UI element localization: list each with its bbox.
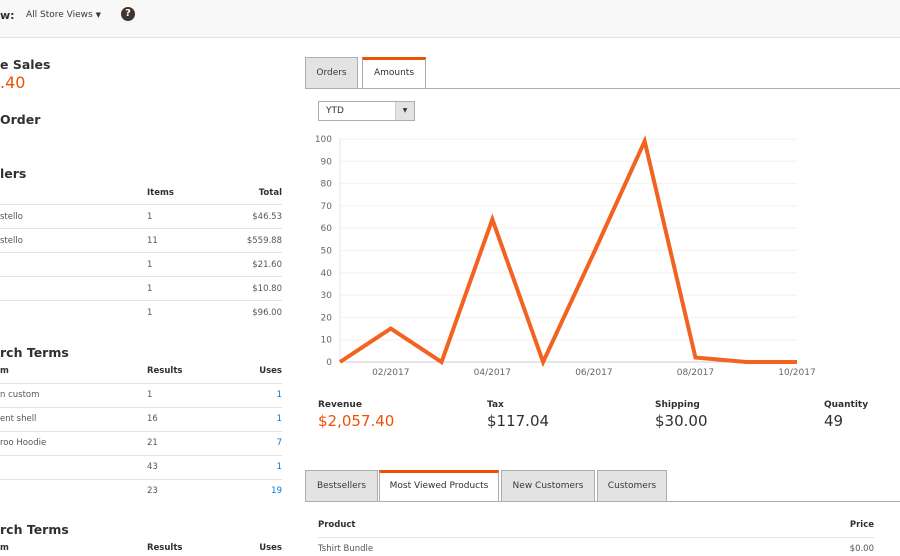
y-tick-label: 20: [321, 313, 333, 323]
tab-customers[interactable]: Customers: [597, 470, 667, 502]
tab-amounts[interactable]: Amounts: [362, 57, 426, 89]
y-tick-label: 60: [321, 224, 333, 234]
order-customer[interactable]: stello: [0, 212, 23, 222]
row-divider: [0, 479, 282, 480]
order-total: $10.80: [252, 284, 282, 294]
x-tick-label: 08/2017: [677, 368, 714, 378]
y-tick-label: 80: [321, 180, 333, 190]
row-divider: [318, 537, 874, 538]
period-select[interactable]: YTD ▼: [318, 101, 415, 121]
order-total: $559.88: [246, 236, 282, 246]
tab-divider: [305, 88, 900, 89]
tab-bestsellers[interactable]: Bestsellers: [305, 470, 378, 502]
product-price: $0.00: [849, 544, 874, 554]
column-header: m: [0, 543, 9, 553]
order-customer[interactable]: stello: [0, 236, 23, 246]
search-results: 1: [147, 390, 153, 400]
order-items: 1: [147, 212, 153, 222]
total-value: $117.04: [487, 412, 550, 430]
order-items: 11: [147, 236, 158, 246]
x-tick-label: 04/2017: [474, 368, 511, 378]
x-tick-label: 02/2017: [372, 368, 409, 378]
row-divider: [0, 276, 282, 277]
row-divider: [0, 455, 282, 456]
search-uses[interactable]: 1: [277, 414, 282, 424]
row-divider: [0, 204, 282, 205]
total-label: Revenue: [318, 400, 362, 410]
total-label: Shipping: [655, 400, 700, 410]
row-divider: [0, 407, 282, 408]
column-header-price: Price: [849, 520, 874, 530]
store-view-value: All Store Views: [26, 10, 93, 20]
column-header-total: Total: [258, 188, 282, 198]
order-items: 1: [147, 308, 153, 318]
row-divider: [0, 228, 282, 229]
question-circle-icon[interactable]: ?: [121, 7, 135, 21]
total-value: 49: [824, 412, 844, 430]
total-value: $2,057.40: [318, 412, 395, 430]
search-term[interactable]: n custom: [0, 390, 39, 400]
top-search-terms-title: rch Terms: [0, 522, 69, 537]
search-uses[interactable]: 19: [271, 486, 282, 496]
page-header: w: All Store Views ▼ ?: [0, 0, 900, 38]
column-header-product: Product: [318, 520, 356, 530]
order-items: 1: [147, 284, 153, 294]
tab-divider: [305, 501, 900, 502]
lifetime-sales-value: .40: [0, 73, 26, 92]
store-view-switcher[interactable]: All Store Views ▼: [26, 10, 101, 20]
last-orders-title: lers: [0, 166, 27, 181]
row-divider: [0, 383, 282, 384]
row-divider: [0, 252, 282, 253]
column-header-uses: Uses: [259, 366, 282, 376]
search-uses[interactable]: 7: [277, 438, 282, 448]
tab-new-customers[interactable]: New Customers: [501, 470, 595, 502]
y-tick-label: 50: [321, 247, 333, 257]
search-term[interactable]: ent shell: [0, 414, 36, 424]
column-header-items: Items: [147, 188, 174, 198]
total-label: Quantity: [824, 400, 869, 410]
search-uses[interactable]: 1: [277, 462, 282, 472]
order-total: $46.53: [252, 212, 282, 222]
amounts-chart: 0 10 20 30 40 50 60 70 80 90 100 02/2017 04/2017 06/2…: [315, 135, 816, 378]
average-order-title: Order: [0, 112, 41, 127]
x-tick-label: 06/2017: [575, 368, 612, 378]
order-total: $21.60: [252, 260, 282, 270]
search-uses[interactable]: 1: [277, 390, 282, 400]
column-header: Uses: [259, 543, 282, 553]
caret-down-icon: ▼: [395, 102, 414, 120]
search-results: 16: [147, 414, 158, 424]
search-results: 43: [147, 462, 158, 472]
y-tick-label: 40: [321, 269, 333, 279]
row-divider: [0, 431, 282, 432]
y-tick-label: 30: [321, 291, 333, 301]
caret-down-icon: ▼: [95, 11, 101, 19]
search-term[interactable]: roo Hoodie: [0, 438, 46, 448]
scope-label: w:: [0, 9, 15, 22]
x-tick-label: 10/2017: [778, 368, 815, 378]
column-header-results: Results: [147, 366, 183, 376]
amounts-line: [338, 135, 797, 368]
y-tick-label: 90: [321, 157, 333, 167]
period-value: YTD: [326, 106, 344, 116]
order-items: 1: [147, 260, 153, 270]
product-name[interactable]: Tshirt Bundle: [318, 544, 373, 554]
y-tick-label: 70: [321, 202, 333, 212]
total-label: Tax: [487, 400, 504, 410]
lifetime-sales-title: e Sales: [0, 57, 51, 72]
search-results: 21: [147, 438, 158, 448]
tab-most-viewed-products[interactable]: Most Viewed Products: [379, 470, 499, 502]
search-results: 23: [147, 486, 158, 496]
row-divider: [0, 300, 282, 301]
total-value: $30.00: [655, 412, 708, 430]
last-search-terms-title: rch Terms: [0, 345, 69, 360]
column-header-term: m: [0, 366, 9, 376]
y-tick-label: 100: [315, 135, 332, 145]
tab-orders[interactable]: Orders: [305, 57, 358, 89]
y-tick-label: 10: [321, 336, 333, 346]
y-tick-label: 0: [326, 358, 332, 368]
order-total: $96.00: [252, 308, 282, 318]
column-header: Results: [147, 543, 183, 553]
